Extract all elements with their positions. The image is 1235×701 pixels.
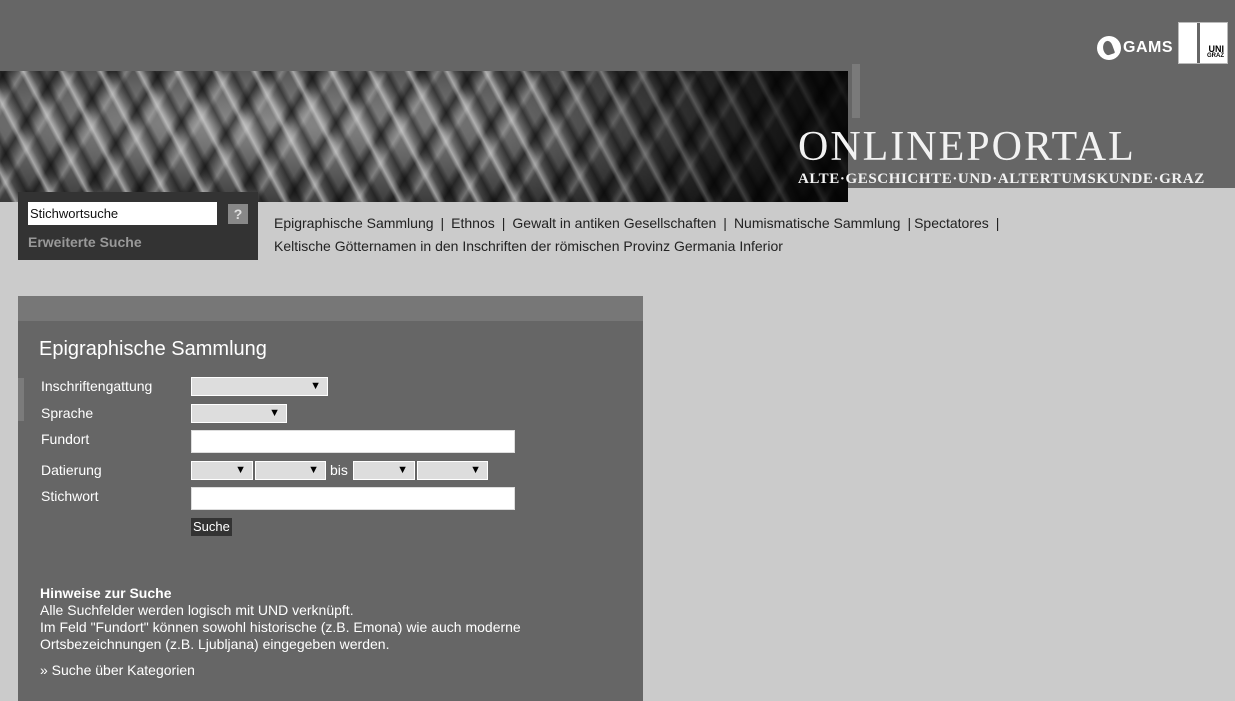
- chevron-down-icon: ▼: [470, 464, 481, 476]
- category-search-link[interactable]: » Suche über Kategorien: [40, 662, 195, 678]
- nav-separator: |: [723, 215, 727, 231]
- chevron-down-icon: ▼: [310, 380, 321, 392]
- search-form-panel: Epigraphische Sammlung Inschriftengattun…: [18, 296, 643, 701]
- panel-side-tab: [18, 378, 24, 421]
- label-fundort: Fundort: [41, 431, 90, 447]
- uni-graz-logo[interactable]: UNI GRAZ: [1178, 22, 1228, 64]
- nav-gewalt[interactable]: Gewalt in antiken Gesellschaften: [512, 215, 716, 231]
- brand-subtitle: ALTE·GESCHICHTE·UND·ALTERTUMSKUNDE·GRAZ: [798, 171, 1205, 187]
- collection-nav: Epigraphische Sammlung | Ethnos | Gewalt in …: [274, 212, 1074, 258]
- brand-title: ONLINEPORTAL: [798, 124, 1136, 170]
- panel-title: Epigraphische Sammlung: [39, 338, 267, 360]
- nav-separator: |: [907, 215, 912, 231]
- nav-numismatische-sammlung[interactable]: Numismatische Sammlung: [734, 215, 901, 231]
- chevron-down-icon: ▼: [308, 464, 319, 476]
- search-help-button[interactable]: ?: [228, 204, 248, 224]
- graz-label: GRAZ: [1207, 53, 1224, 59]
- chevron-down-icon: ▼: [235, 464, 246, 476]
- select-datierung-to-1[interactable]: ▼: [353, 461, 415, 480]
- label-stichwort: Stichwort: [41, 488, 99, 504]
- hints-heading: Hinweise zur Suche: [40, 585, 172, 601]
- nav-separator: |: [440, 215, 445, 231]
- uni-label: UNI: [1208, 44, 1225, 54]
- brand[interactable]: ONLINEPORTAL ALTE·GESCHICHTE·UND·ALTERTU…: [798, 126, 1205, 188]
- label-inschriftengattung: Inschriftengattung: [41, 378, 153, 394]
- uni-logo-bar: [1197, 23, 1200, 63]
- nav-separator: |: [501, 215, 506, 231]
- label-sprache: Sprache: [41, 405, 94, 421]
- gams-logo[interactable]: GAMS: [1097, 36, 1173, 60]
- nav-separator: |: [995, 215, 1000, 231]
- chevron-down-icon: ▼: [397, 464, 408, 476]
- keyword-search-box: ? Erweiterte Suche: [18, 192, 258, 260]
- select-datierung-from-2[interactable]: ▼: [255, 461, 326, 480]
- banner-tab: [852, 64, 860, 118]
- advanced-search-link[interactable]: Erweiterte Suche: [28, 234, 142, 250]
- select-datierung-to-2[interactable]: ▼: [417, 461, 488, 480]
- gams-label: GAMS: [1123, 39, 1173, 56]
- gams-icon: [1097, 36, 1121, 60]
- nav-spectatores[interactable]: Spectatores: [914, 215, 989, 231]
- input-fundort[interactable]: [191, 430, 515, 453]
- header-banner-shade: [0, 71, 848, 202]
- select-sprache[interactable]: ▼: [191, 404, 287, 423]
- select-inschriftengattung[interactable]: ▼: [191, 377, 328, 396]
- panel-header: [18, 296, 643, 321]
- label-bis: bis: [330, 462, 348, 478]
- label-datierung: Datierung: [41, 462, 102, 478]
- hints-line-1: Alle Suchfelder werden logisch mit UND v…: [40, 602, 354, 618]
- hints-line-2: Im Feld "Fundort" können sowohl historis…: [40, 619, 521, 652]
- input-stichwort[interactable]: [191, 487, 515, 510]
- keyword-search-input[interactable]: [28, 202, 217, 225]
- nav-epigraphische-sammlung[interactable]: Epigraphische Sammlung: [274, 215, 434, 231]
- search-submit-button[interactable]: Suche: [191, 518, 232, 536]
- nav-keltische-goetternamen[interactable]: Keltische Götternamen in den Inschriften…: [274, 238, 783, 254]
- uni-logo-text: UNI GRAZ: [1207, 45, 1224, 60]
- select-datierung-from-1[interactable]: ▼: [191, 461, 253, 480]
- nav-ethnos[interactable]: Ethnos: [451, 215, 495, 231]
- chevron-down-icon: ▼: [269, 407, 280, 419]
